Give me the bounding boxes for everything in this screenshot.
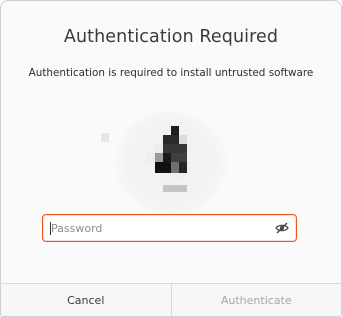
avatar xyxy=(1,111,341,215)
password-input[interactable] xyxy=(47,215,271,241)
dialog-message: Authentication is required to install un… xyxy=(28,67,314,79)
cancel-button[interactable]: Cancel xyxy=(1,284,171,316)
authentication-dialog: Authentication Required Authentication i… xyxy=(0,0,342,317)
authenticate-button[interactable]: Authenticate xyxy=(170,284,342,316)
eye-slash-icon[interactable] xyxy=(274,220,290,236)
text-cursor xyxy=(50,222,51,235)
user-avatar-icon xyxy=(101,126,187,192)
password-field[interactable] xyxy=(42,214,297,242)
dialog-buttons: Cancel Authenticate xyxy=(1,283,341,316)
dialog-title: Authentication Required xyxy=(63,27,279,47)
